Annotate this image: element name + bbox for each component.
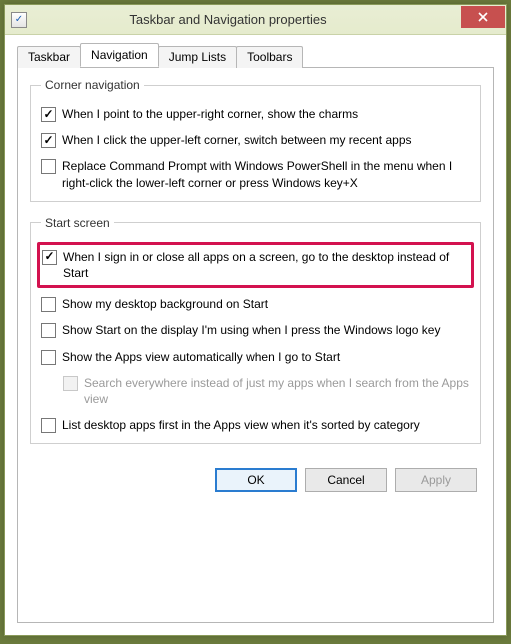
tab-taskbar[interactable]: Taskbar	[17, 46, 81, 68]
tab-toolbars[interactable]: Toolbars	[236, 46, 303, 68]
label-powershell: Replace Command Prompt with Windows Powe…	[62, 158, 470, 190]
option-show-charms: When I point to the upper-right corner, …	[41, 106, 470, 122]
checkbox-show-charms[interactable]	[41, 107, 56, 122]
ok-button[interactable]: OK	[215, 468, 297, 492]
option-search-everywhere: Search everywhere instead of just my app…	[63, 375, 470, 407]
option-desktop-background: Show my desktop background on Start	[41, 296, 470, 312]
cancel-button[interactable]: Cancel	[305, 468, 387, 492]
checkbox-start-display[interactable]	[41, 323, 56, 338]
titlebar: ✓ Taskbar and Navigation properties	[5, 5, 506, 35]
label-start-display: Show Start on the display I'm using when…	[62, 322, 440, 338]
option-start-display: Show Start on the display I'm using when…	[41, 322, 470, 338]
option-apps-view: Show the Apps view automatically when I …	[41, 349, 470, 365]
option-list-desktop-first: List desktop apps first in the Apps view…	[41, 417, 470, 433]
apply-button: Apply	[395, 468, 477, 492]
option-switch-apps: When I click the upper-left corner, swit…	[41, 132, 470, 148]
tab-navigation[interactable]: Navigation	[80, 43, 159, 67]
label-show-charms: When I point to the upper-right corner, …	[62, 106, 358, 122]
tab-jumplists[interactable]: Jump Lists	[158, 46, 237, 68]
checkbox-search-everywhere	[63, 376, 78, 391]
checkbox-go-to-desktop[interactable]	[42, 250, 57, 265]
checkbox-desktop-background[interactable]	[41, 297, 56, 312]
label-list-desktop-first: List desktop apps first in the Apps view…	[62, 417, 420, 433]
group-start-legend: Start screen	[41, 216, 114, 230]
label-go-to-desktop: When I sign in or close all apps on a sc…	[63, 249, 467, 281]
label-apps-view: Show the Apps view automatically when I …	[62, 349, 340, 365]
option-powershell: Replace Command Prompt with Windows Powe…	[41, 158, 470, 190]
checkbox-list-desktop-first[interactable]	[41, 418, 56, 433]
group-corner-legend: Corner navigation	[41, 78, 144, 92]
window-title: Taskbar and Navigation properties	[0, 12, 461, 27]
label-search-everywhere: Search everywhere instead of just my app…	[84, 375, 470, 407]
close-button[interactable]	[461, 6, 505, 28]
checkbox-powershell[interactable]	[41, 159, 56, 174]
group-start-screen: Start screen When I sign in or close all…	[30, 216, 481, 445]
checkbox-switch-apps[interactable]	[41, 133, 56, 148]
label-switch-apps: When I click the upper-left corner, swit…	[62, 132, 412, 148]
dialog-footer: OK Cancel Apply	[30, 458, 481, 492]
option-go-to-desktop: When I sign in or close all apps on a sc…	[42, 249, 467, 281]
tabpanel-navigation: Corner navigation When I point to the up…	[17, 67, 494, 623]
close-icon	[478, 12, 488, 22]
window-body: Taskbar Navigation Jump Lists Toolbars C…	[5, 35, 506, 635]
tabstrip: Taskbar Navigation Jump Lists Toolbars	[17, 43, 494, 67]
checkbox-apps-view[interactable]	[41, 350, 56, 365]
properties-window: ✓ Taskbar and Navigation properties Task…	[4, 4, 507, 636]
group-corner-navigation: Corner navigation When I point to the up…	[30, 78, 481, 202]
highlighted-option: When I sign in or close all apps on a sc…	[37, 242, 474, 288]
label-desktop-background: Show my desktop background on Start	[62, 296, 268, 312]
